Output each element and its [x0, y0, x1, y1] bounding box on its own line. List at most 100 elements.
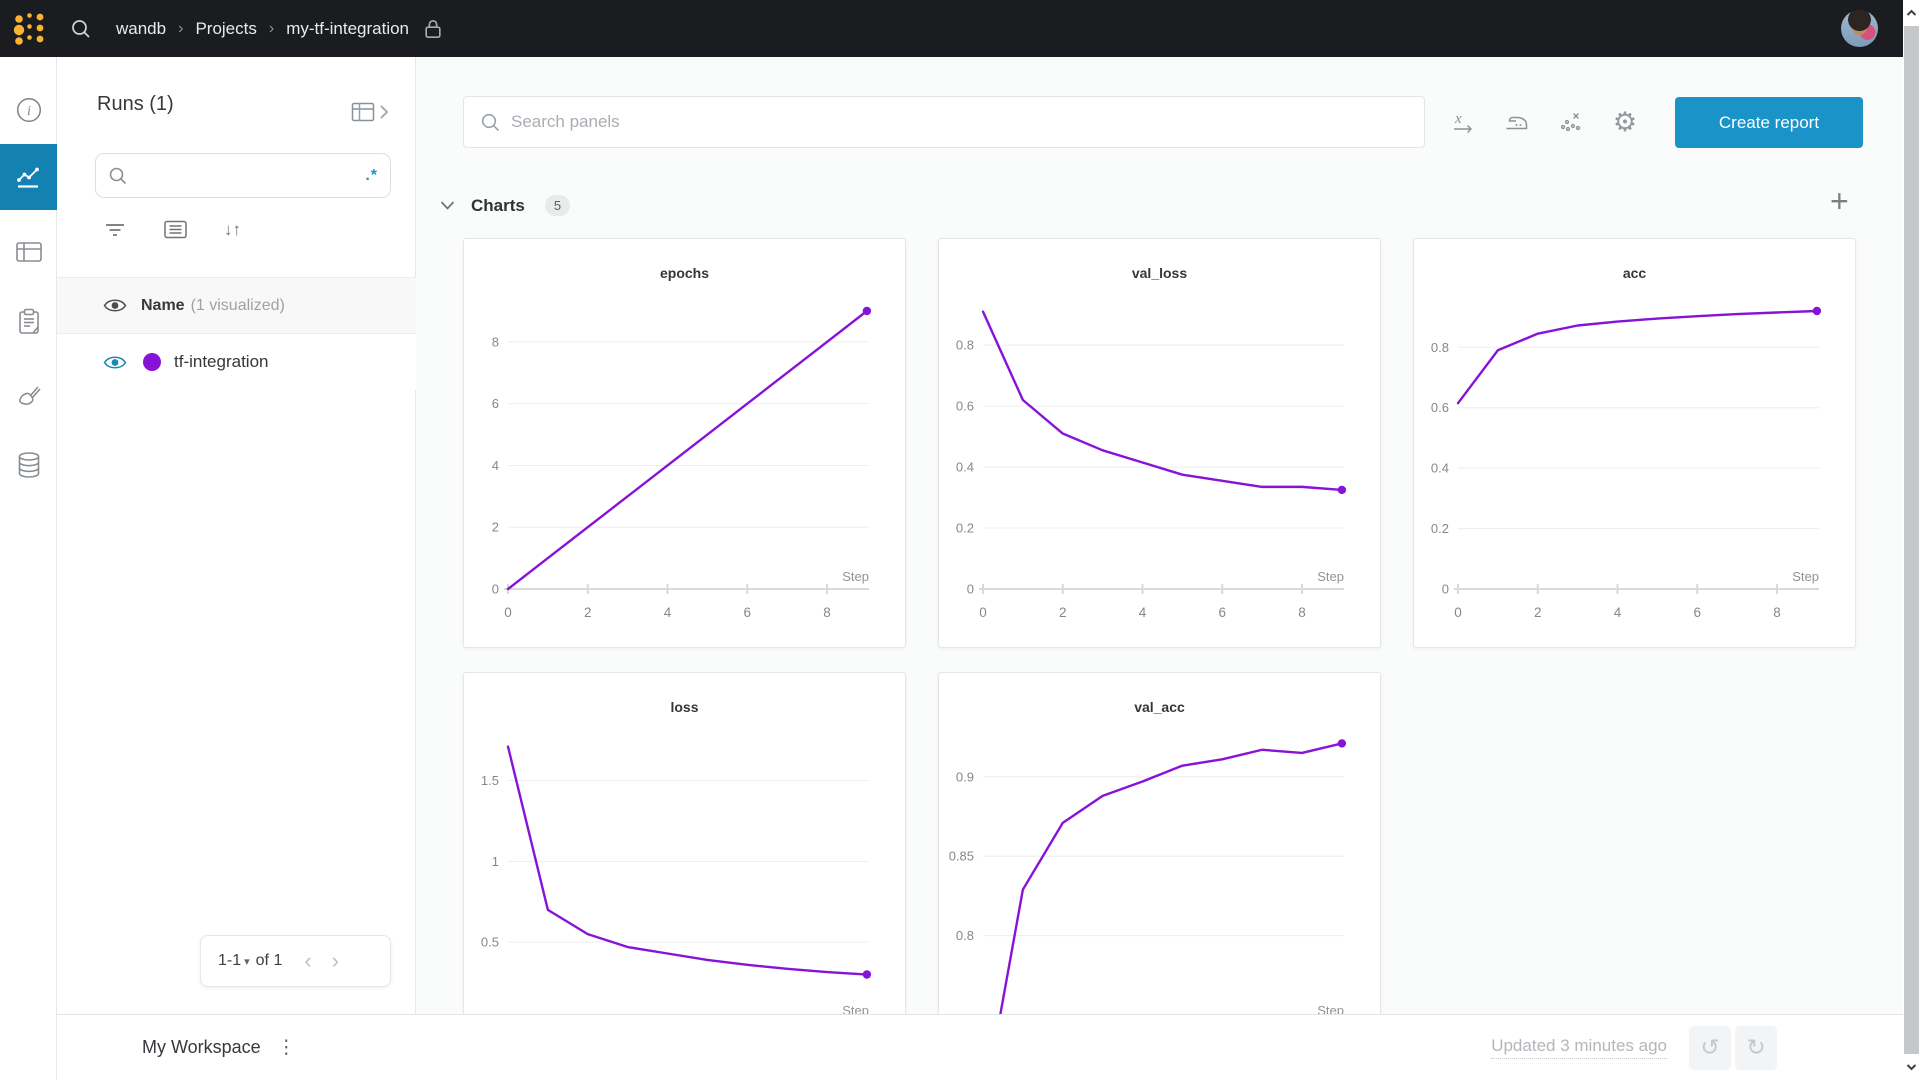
kebab-menu-icon[interactable]: ⋮ — [277, 1036, 296, 1059]
runs-name-header[interactable]: Name (1 visualized) — [57, 277, 416, 334]
create-report-button[interactable]: Create report — [1675, 97, 1863, 148]
sort-icon[interactable]: ↓↑ — [224, 220, 241, 240]
x-axis-settings-icon[interactable]: x — [1445, 104, 1481, 140]
sidebar-item-overview[interactable]: i — [0, 77, 57, 143]
breadcrumb-project-name[interactable]: my-tf-integration — [286, 19, 409, 39]
clipboard-icon — [16, 308, 42, 336]
svg-text:Step: Step — [1792, 569, 1819, 584]
group-icon[interactable] — [163, 219, 188, 240]
svg-text:2: 2 — [584, 605, 592, 620]
breadcrumb-entity[interactable]: wandb — [116, 19, 166, 39]
run-visibility-eye-icon[interactable] — [103, 354, 127, 371]
svg-text:6: 6 — [743, 605, 751, 620]
add-panel-button[interactable]: + — [1830, 185, 1849, 217]
page-scrollbar — [1903, 0, 1920, 1080]
redo-button[interactable]: ↻ — [1735, 1026, 1777, 1070]
sidebar-item-workspace-charts[interactable] — [0, 144, 57, 210]
outliers-icon[interactable] — [1553, 104, 1589, 140]
line-chart-icon — [15, 164, 42, 191]
database-icon — [16, 451, 42, 479]
svg-text:6: 6 — [1218, 605, 1226, 620]
filter-icon[interactable] — [103, 220, 127, 240]
workspace-selector[interactable]: My Workspace — [142, 1037, 261, 1058]
svg-text:0: 0 — [1454, 605, 1462, 620]
svg-text:6: 6 — [492, 396, 499, 411]
chart-plot: 00.20.40.60.802468Step — [1414, 239, 1857, 649]
svg-text:0.2: 0.2 — [1431, 521, 1449, 536]
regex-toggle[interactable]: .* — [365, 167, 378, 185]
updated-timestamp[interactable]: Updated 3 minutes ago — [1491, 1036, 1667, 1059]
svg-text:8: 8 — [1773, 605, 1781, 620]
chart-panel[interactable]: epochs 0246802468Step — [463, 238, 906, 648]
left-rail: i — [0, 57, 57, 1080]
table-icon — [15, 240, 43, 264]
svg-text:2: 2 — [1534, 605, 1542, 620]
charts-count-badge: 5 — [545, 195, 570, 216]
dropdown-caret-icon[interactable]: ▾ — [244, 955, 250, 968]
breadcrumb-projects[interactable]: Projects — [195, 19, 256, 39]
charts-grid: epochs 0246802468Step val_loss 00.20.40.… — [463, 238, 1856, 1080]
avatar[interactable] — [1841, 10, 1878, 47]
eye-icon[interactable] — [103, 297, 127, 314]
svg-text:4: 4 — [1139, 605, 1147, 620]
info-icon: i — [16, 97, 42, 123]
search-icon — [480, 112, 501, 133]
scroll-up-arrow[interactable] — [1903, 2, 1920, 24]
pagination-next-button[interactable]: › — [332, 950, 339, 972]
history-buttons: ↺ ↻ — [1689, 1026, 1777, 1070]
topbar: wandb › Projects › my-tf-integration — [0, 0, 1920, 57]
panel-search-box — [463, 96, 1425, 148]
chart-plot: 00.20.40.60.802468Step — [939, 239, 1382, 649]
svg-text:0.8: 0.8 — [956, 928, 974, 943]
global-search-icon[interactable] — [70, 18, 92, 40]
gear-icon[interactable]: ⚙ — [1607, 104, 1643, 140]
sidebar-item-table[interactable] — [0, 219, 57, 285]
chevron-down-icon[interactable] — [436, 196, 459, 215]
scrollbar-thumb[interactable] — [1904, 26, 1919, 1054]
runs-pagination: 1-1 ▾ of 1 ‹ › — [200, 935, 391, 987]
sidebar-item-reports[interactable] — [0, 289, 57, 355]
svg-text:0.6: 0.6 — [956, 399, 974, 414]
run-row[interactable]: tf-integration — [57, 334, 416, 390]
runs-table-icon — [351, 101, 375, 123]
svg-text:0.85: 0.85 — [949, 849, 974, 864]
svg-text:1.5: 1.5 — [481, 773, 499, 788]
chart-panel[interactable]: val_loss 00.20.40.60.802468Step — [938, 238, 1381, 648]
svg-text:0.6: 0.6 — [1431, 400, 1449, 415]
chevron-right-icon — [379, 104, 389, 120]
runs-search-input[interactable] — [136, 167, 365, 185]
svg-text:8: 8 — [492, 334, 499, 349]
svg-text:0.5: 0.5 — [481, 935, 499, 950]
sidebar-item-artifacts[interactable] — [0, 432, 57, 498]
svg-text:8: 8 — [823, 605, 831, 620]
undo-button[interactable]: ↺ — [1689, 1026, 1731, 1070]
pagination-of: of 1 — [256, 952, 283, 970]
runs-panel-title: Runs (1) — [97, 93, 174, 116]
panel-search-input[interactable] — [511, 112, 1408, 132]
breadcrumb-separator-icon: › — [178, 20, 183, 38]
svg-text:6: 6 — [1693, 605, 1701, 620]
svg-text:0: 0 — [1442, 582, 1449, 597]
workspace-toolbar: x ⚙ — [1445, 104, 1643, 140]
sidebar-item-sweeps[interactable] — [0, 364, 57, 430]
search-icon — [108, 166, 128, 186]
svg-text:0.2: 0.2 — [956, 521, 974, 536]
chart-panel[interactable]: acc 00.20.40.60.802468Step — [1413, 238, 1856, 648]
runs-filter-row: ↓↑ — [103, 219, 241, 240]
visualized-count-label: (1 visualized) — [191, 297, 285, 315]
svg-text:0.9: 0.9 — [956, 769, 974, 784]
pagination-prev-button[interactable]: ‹ — [304, 950, 311, 972]
smoothing-iron-icon[interactable] — [1499, 104, 1535, 140]
svg-text:4: 4 — [492, 458, 499, 473]
svg-text:x: x — [1454, 111, 1462, 127]
expand-runs-table-button[interactable] — [351, 101, 389, 123]
svg-text:0.8: 0.8 — [1431, 340, 1449, 355]
charts-section-title: Charts — [471, 196, 525, 216]
wandb-logo-icon[interactable] — [12, 11, 48, 47]
scroll-down-arrow[interactable] — [1903, 1056, 1920, 1078]
pagination-range[interactable]: 1-1 — [218, 952, 241, 970]
run-name: tf-integration — [174, 352, 269, 372]
footer-bar: My Workspace ⋮ Updated 3 minutes ago ↺ ↻ — [57, 1014, 1903, 1080]
charts-section-header: Charts 5 — [436, 195, 570, 216]
svg-text:4: 4 — [664, 605, 672, 620]
